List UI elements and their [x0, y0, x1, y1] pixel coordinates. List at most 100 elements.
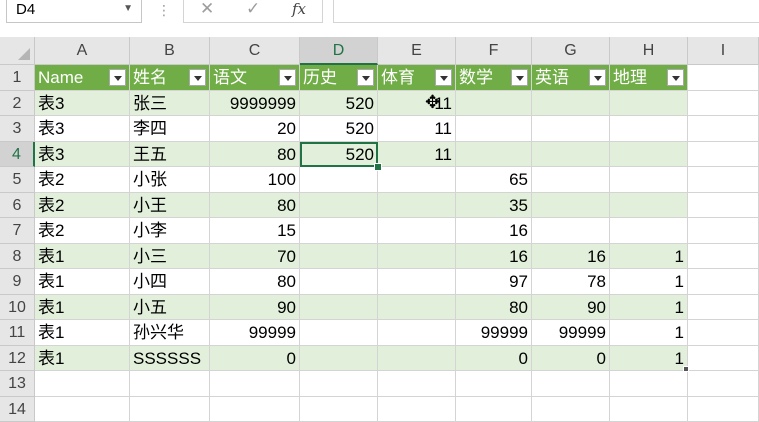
table-cell[interactable]: [300, 397, 378, 422]
table-cell[interactable]: [532, 116, 610, 142]
table-cell[interactable]: 张三: [130, 91, 210, 117]
table-cell[interactable]: 表1: [35, 244, 130, 270]
table-cell[interactable]: 11: [378, 116, 456, 142]
row-header-1[interactable]: 1: [0, 65, 35, 91]
row-header-12[interactable]: 12: [0, 346, 35, 372]
table-cell[interactable]: [610, 218, 688, 244]
table-header-cell[interactable]: 数学: [456, 65, 532, 91]
table-cell[interactable]: [378, 244, 456, 270]
table-cell[interactable]: 90: [532, 295, 610, 321]
table-cell[interactable]: 小五: [130, 295, 210, 321]
table-cell[interactable]: 16: [456, 218, 532, 244]
table-cell[interactable]: [130, 371, 210, 397]
table-cell[interactable]: [688, 193, 759, 219]
column-header-D[interactable]: D: [300, 37, 378, 65]
table-cell[interactable]: [532, 371, 610, 397]
table-cell[interactable]: 99999: [532, 320, 610, 346]
table-cell[interactable]: [688, 295, 759, 321]
table-cell[interactable]: 520: [300, 91, 378, 117]
column-header-C[interactable]: C: [210, 37, 300, 65]
table-cell[interactable]: [688, 218, 759, 244]
table-cell[interactable]: [688, 116, 759, 142]
table-cell[interactable]: [532, 91, 610, 117]
table-cell[interactable]: [300, 295, 378, 321]
table-cell[interactable]: 李四: [130, 116, 210, 142]
table-header-cell[interactable]: Name: [35, 65, 130, 91]
table-cell[interactable]: [456, 142, 532, 168]
table-cell[interactable]: 11: [378, 91, 456, 117]
table-cell[interactable]: [130, 397, 210, 422]
table-header-cell[interactable]: 体育: [378, 65, 456, 91]
row-header-13[interactable]: 13: [0, 371, 35, 397]
table-cell[interactable]: [532, 167, 610, 193]
table-cell[interactable]: 80: [456, 295, 532, 321]
table-cell[interactable]: [35, 371, 130, 397]
filter-dropdown-icon[interactable]: [589, 69, 606, 86]
row-header-4[interactable]: 4: [0, 142, 35, 168]
cancel-icon[interactable]: ✕: [200, 0, 214, 19]
table-cell[interactable]: [532, 397, 610, 422]
table-cell[interactable]: [378, 218, 456, 244]
name-box[interactable]: D4 ▼: [6, 0, 142, 23]
table-cell[interactable]: [300, 269, 378, 295]
table-cell[interactable]: 65: [456, 167, 532, 193]
table-cell[interactable]: [300, 320, 378, 346]
column-header-F[interactable]: F: [456, 37, 532, 65]
chevron-down-icon[interactable]: ▼: [123, 3, 133, 14]
table-header-cell[interactable]: 地理: [610, 65, 688, 91]
table-cell[interactable]: 80: [210, 193, 300, 219]
column-header-A[interactable]: A: [35, 37, 130, 65]
table-cell[interactable]: 表2: [35, 193, 130, 219]
row-header-14[interactable]: 14: [0, 397, 35, 422]
fill-handle[interactable]: [374, 163, 382, 171]
table-cell[interactable]: 20: [210, 116, 300, 142]
row-header-6[interactable]: 6: [0, 193, 35, 219]
table-cell[interactable]: [532, 142, 610, 168]
table-cell[interactable]: [378, 346, 456, 372]
table-cell[interactable]: 王五: [130, 142, 210, 168]
table-cell[interactable]: 表3: [35, 142, 130, 168]
table-cell[interactable]: [210, 397, 300, 422]
table-cell[interactable]: 1: [610, 346, 688, 372]
table-cell[interactable]: [610, 167, 688, 193]
table-cell[interactable]: [378, 193, 456, 219]
row-header-7[interactable]: 7: [0, 218, 35, 244]
table-cell[interactable]: 1: [610, 295, 688, 321]
filter-dropdown-icon[interactable]: [435, 69, 452, 86]
table-cell[interactable]: [300, 167, 378, 193]
column-header-E[interactable]: E: [378, 37, 456, 65]
table-cell[interactable]: [688, 320, 759, 346]
select-all-corner[interactable]: [0, 37, 35, 65]
table-cell[interactable]: [378, 320, 456, 346]
table-cell[interactable]: [378, 269, 456, 295]
table-cell[interactable]: [210, 371, 300, 397]
drag-handle-icon[interactable]: ⋮: [157, 2, 171, 19]
column-header-B[interactable]: B: [130, 37, 210, 65]
filter-dropdown-icon[interactable]: [109, 69, 126, 86]
table-header-cell[interactable]: 语文: [210, 65, 300, 91]
table-cell[interactable]: [300, 218, 378, 244]
table-cell[interactable]: [300, 346, 378, 372]
table-cell[interactable]: 表1: [35, 269, 130, 295]
table-cell[interactable]: 9999999: [210, 91, 300, 117]
table-cell[interactable]: 1: [610, 320, 688, 346]
filter-dropdown-icon[interactable]: [667, 69, 684, 86]
filter-dropdown-icon[interactable]: [279, 69, 296, 86]
table-cell[interactable]: [35, 397, 130, 422]
row-header-9[interactable]: 9: [0, 269, 35, 295]
table-cell[interactable]: 表1: [35, 320, 130, 346]
table-cell[interactable]: [610, 91, 688, 117]
table-cell[interactable]: 表3: [35, 116, 130, 142]
table-cell[interactable]: 表3: [35, 91, 130, 117]
row-header-2[interactable]: 2: [0, 91, 35, 117]
table-cell[interactable]: 80: [210, 269, 300, 295]
table-cell[interactable]: 99999: [210, 320, 300, 346]
table-cell[interactable]: 表1: [35, 295, 130, 321]
table-cell[interactable]: 孙兴华: [130, 320, 210, 346]
filter-dropdown-icon[interactable]: [357, 69, 374, 86]
table-cell[interactable]: [300, 371, 378, 397]
table-cell[interactable]: 表1: [35, 346, 130, 372]
table-cell[interactable]: 小三: [130, 244, 210, 270]
table-cell[interactable]: [688, 167, 759, 193]
table-cell[interactable]: 小李: [130, 218, 210, 244]
